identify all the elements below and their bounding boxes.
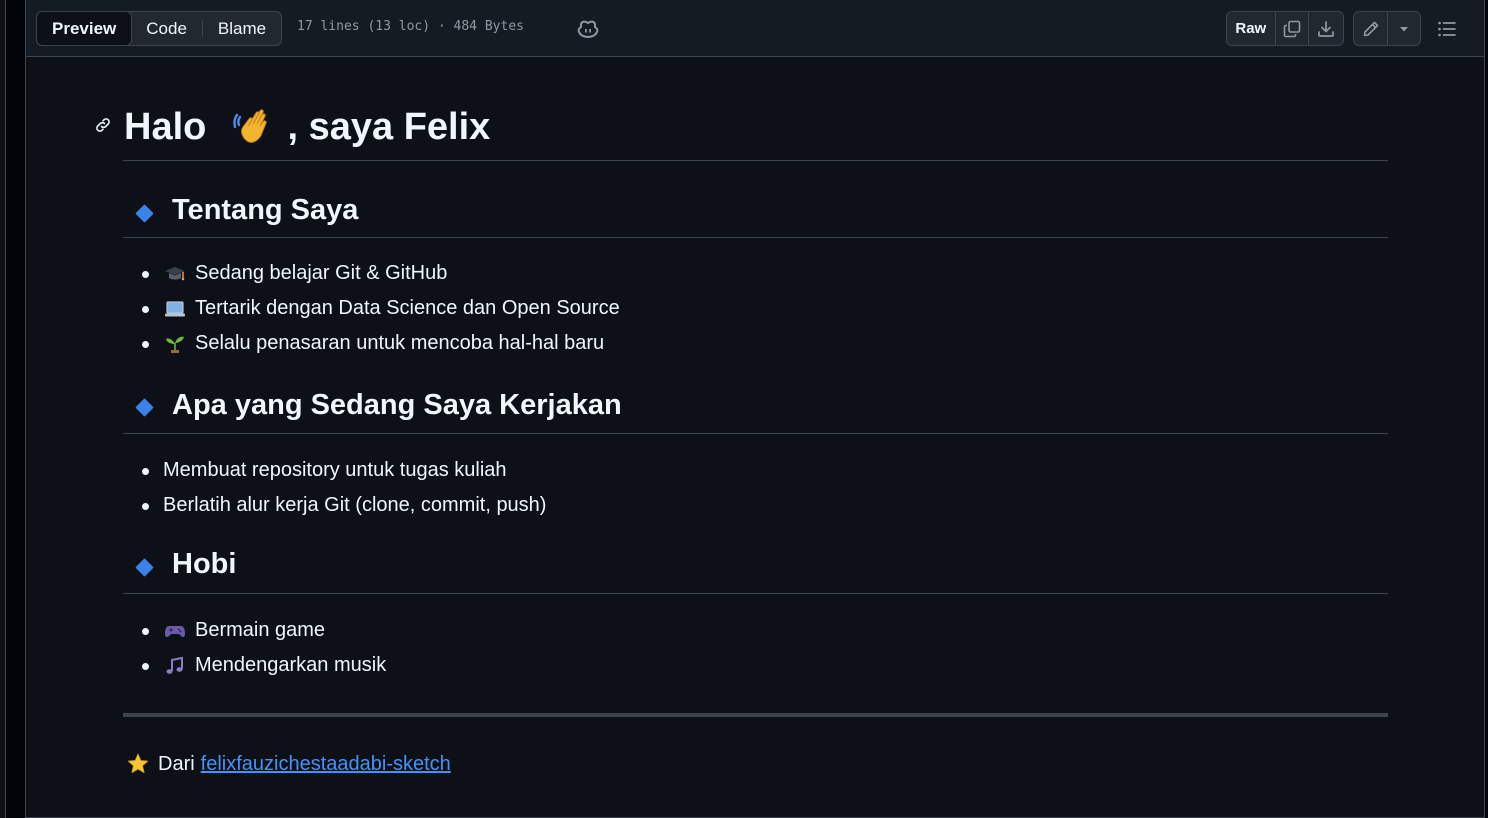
edit-button-group (1353, 11, 1421, 46)
bullet (142, 306, 149, 313)
waving-hand-icon (233, 109, 267, 143)
view-mode-switcher: Preview Code Blame (36, 11, 283, 46)
profile-link[interactable]: felixfauzichestaadabi-sketch (201, 753, 451, 776)
list-item: Tertarik dengan Data Science dan Open So… (123, 291, 1388, 326)
page-title: Halo , saya Felix (124, 103, 490, 149)
section-title: Tentang Saya (172, 194, 359, 226)
left-gutter (0, 0, 6, 818)
list-item: Membuat repository untuk tugas kuliah (123, 453, 1388, 488)
star-icon (127, 753, 149, 773)
list-item-text: Mendengarkan musik (195, 654, 387, 676)
music-note-icon (163, 655, 187, 677)
bullet (142, 271, 149, 278)
file-toolbar: Preview Code Blame 17 lines (13 loc) · 4… (26, 0, 1484, 57)
list-item-text: Tertarik dengan Data Science dan Open So… (195, 297, 620, 319)
laptop-icon (163, 298, 187, 320)
section-heading-tentang-saya: Tentang Saya (123, 161, 1388, 238)
blue-diamond-icon (135, 558, 154, 577)
list-item: Selalu penasaran untuk mencoba hal-hal b… (123, 326, 1388, 361)
list-item: Sedang belajar Git & GitHub (123, 256, 1388, 291)
list-unordered-icon (1438, 21, 1456, 37)
copilot-button[interactable] (573, 14, 603, 44)
edit-file-button[interactable] (1354, 12, 1387, 45)
section-title: Hobi (172, 548, 237, 580)
download-button[interactable] (1309, 12, 1343, 45)
blue-diamond-icon (135, 204, 154, 223)
pencil-icon (1363, 21, 1378, 36)
bullet (142, 628, 149, 635)
footer-credit: Dari felixfauzichestaadabi-sketch (123, 749, 451, 779)
markdown-body: Halo , saya Felix Tentang Saya Sedang be… (96, 57, 1388, 775)
list-item-text: Berlatih alur kerja Git (clone, commit, … (163, 494, 547, 516)
list-item: Bermain game (123, 613, 1388, 648)
footer-text: Dari (158, 752, 195, 775)
graduation-cap-icon (163, 263, 187, 285)
outline-button[interactable] (1432, 14, 1462, 44)
link-icon[interactable] (93, 115, 113, 135)
bullet (142, 503, 149, 510)
list-apa-yang-sedang: Membuat repository untuk tugas kuliah Be… (123, 453, 1388, 523)
download-icon (1318, 20, 1334, 37)
game-controller-icon (163, 620, 187, 642)
raw-copy-download-group: Raw (1226, 11, 1344, 46)
triangle-down-icon (1400, 26, 1408, 31)
list-item-text: Sedang belajar Git & GitHub (195, 262, 448, 284)
list-hobi: Bermain game Mendengarkan musik (123, 613, 1388, 683)
blue-diamond-icon (135, 398, 154, 417)
readme-title: Halo , saya Felix (96, 57, 1388, 161)
section-heading-apa-yang-sedang: Apa yang Sedang Saya Kerjakan (123, 361, 1388, 434)
bullet (142, 468, 149, 475)
title-prefix: Halo (124, 106, 207, 148)
section-heading-hobi: Hobi (123, 523, 1388, 594)
copy-raw-button[interactable] (1276, 12, 1309, 45)
horizontal-rule (123, 713, 1388, 717)
title-suffix: , saya Felix (287, 106, 491, 148)
list-tentang-saya: Sedang belajar Git & GitHub Tertarik den… (123, 256, 1388, 361)
list-item: Berlatih alur kerja Git (clone, commit, … (123, 488, 1388, 523)
edit-options-dropdown[interactable] (1388, 12, 1420, 45)
list-item-text: Membuat repository untuk tugas kuliah (163, 459, 507, 481)
list-item-text: Selalu penasaran untuk mencoba hal-hal b… (195, 332, 605, 354)
section-title: Apa yang Sedang Saya Kerjakan (172, 389, 622, 421)
raw-button[interactable]: Raw (1227, 12, 1275, 45)
copilot-icon (577, 20, 599, 39)
bullet (142, 341, 149, 348)
bullet (142, 663, 149, 670)
file-info: 17 lines (13 loc) · 484 Bytes (297, 19, 524, 34)
tab-preview[interactable]: Preview (36, 11, 133, 46)
copy-icon (1283, 20, 1301, 37)
tab-code[interactable]: Code (131, 12, 202, 45)
seedling-icon (163, 333, 187, 355)
list-item-text: Bermain game (195, 619, 326, 641)
list-item: Mendengarkan musik (123, 648, 1388, 683)
tab-blame[interactable]: Blame (203, 12, 281, 45)
file-viewer: Preview Code Blame 17 lines (13 loc) · 4… (25, 0, 1485, 818)
